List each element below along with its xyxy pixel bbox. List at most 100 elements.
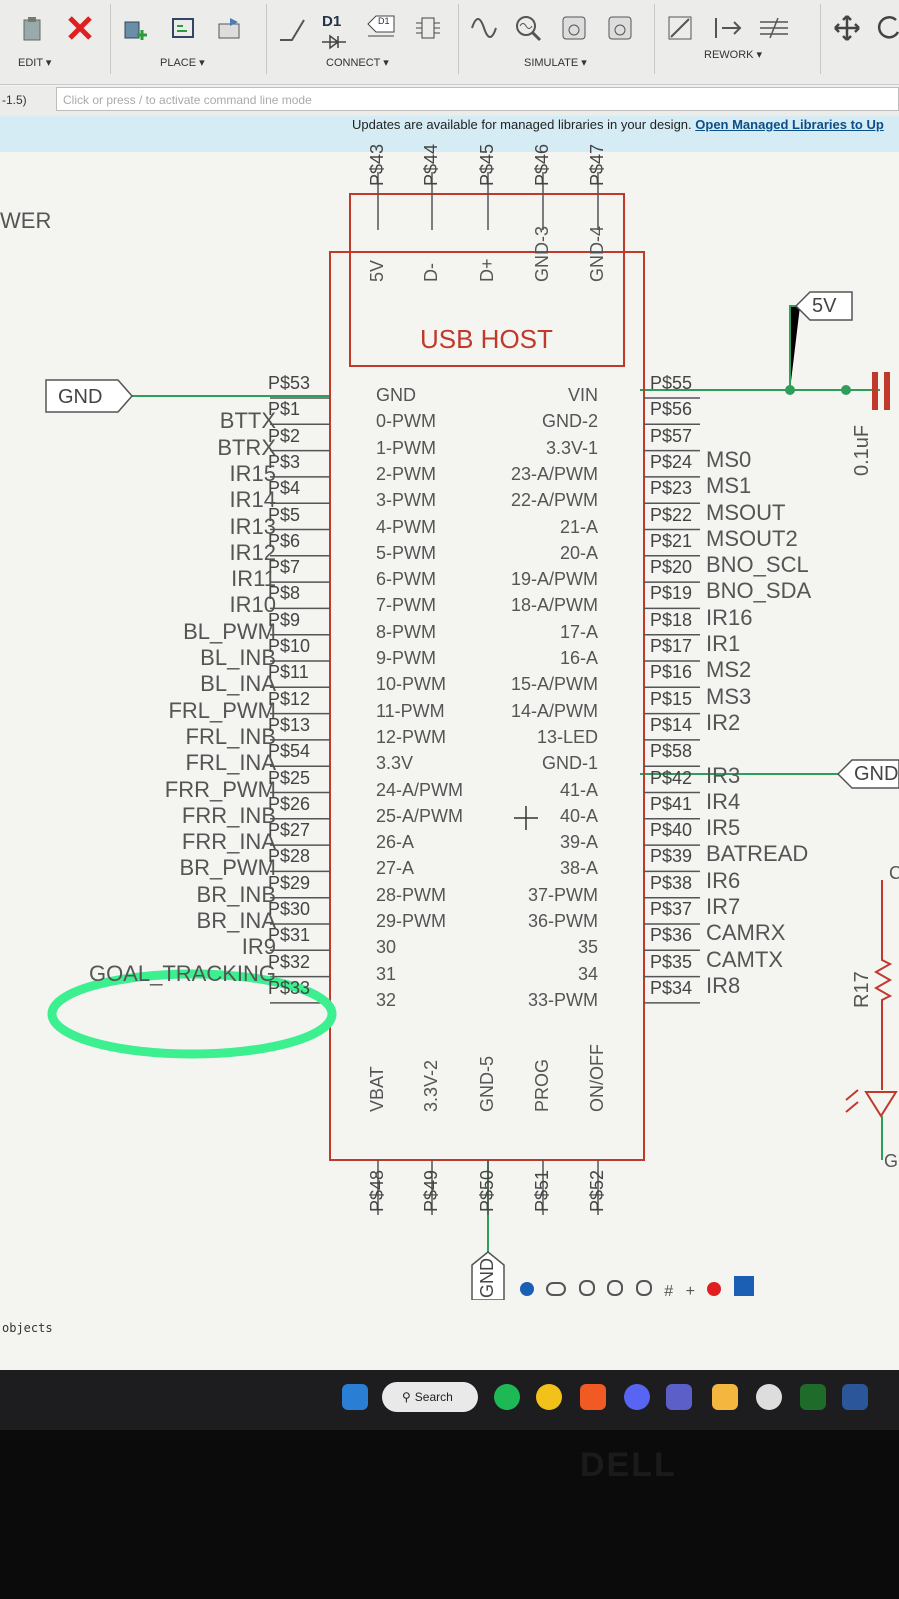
- eye-icon[interactable]: [546, 1282, 567, 1296]
- crosshair-cursor: [514, 806, 538, 830]
- usb-pin-name: GND-3: [532, 225, 552, 282]
- right-pin-name: 39-A: [559, 832, 598, 853]
- right-pad-label: P$20: [650, 557, 693, 578]
- right-net-name: IR5: [706, 815, 741, 841]
- left-pin-name: 0-PWM: [376, 411, 436, 432]
- right-pad-label: P$14: [650, 714, 693, 735]
- zoom-out-icon[interactable]: [607, 1280, 624, 1296]
- left-pin-name: 24-A/PWM: [376, 779, 464, 800]
- left-net-name: BR_INA: [196, 908, 276, 933]
- windows-start-icon[interactable]: [342, 1384, 368, 1410]
- right-pad-label: P$17: [650, 636, 693, 656]
- right-net-name: IR2: [706, 709, 741, 735]
- capacitor-value: 0.1uF: [851, 424, 873, 476]
- left-pin-name: 8-PWM: [376, 621, 436, 642]
- view-toolbar: # +: [520, 1276, 754, 1300]
- right-net-name: MS2: [706, 657, 752, 683]
- discord-icon[interactable]: [624, 1384, 650, 1410]
- left-pad-label: P$33: [268, 978, 311, 997]
- right-pad-label: P$23: [650, 478, 693, 499]
- right-pin-name: 37-PWM: [527, 884, 598, 905]
- right-pin-name: 20-A: [559, 542, 598, 563]
- right-net-name: CAMRX: [706, 920, 786, 946]
- right-pin-name: 41-A: [559, 779, 598, 800]
- nvidia-icon[interactable]: [800, 1384, 826, 1410]
- status-text: objects: [2, 1321, 53, 1335]
- bottom-pin-name: GND-5: [477, 1055, 497, 1112]
- left-net-name: IR11: [231, 566, 276, 592]
- right-pad-label: P$36: [650, 925, 693, 946]
- search-icon: ⚲: [402, 1390, 411, 1404]
- right-net-name: BNO_SCL: [706, 552, 809, 578]
- right-net-name: IR4: [706, 788, 741, 814]
- left-net-name: BL_INA: [200, 671, 276, 697]
- crosshair-icon[interactable]: +: [686, 1284, 695, 1300]
- grid-icon[interactable]: #: [664, 1284, 673, 1300]
- left-pad-label: P$30: [268, 900, 311, 918]
- chrome-icon[interactable]: [536, 1384, 562, 1410]
- right-pin-name: 13-LED: [536, 726, 598, 747]
- right-pad-label: P$19: [650, 583, 693, 604]
- right-net-name: MS1: [706, 473, 752, 499]
- usb-pin-name: D+: [477, 258, 497, 282]
- right-pin-name: 21-A: [559, 516, 598, 537]
- word-icon[interactable]: [842, 1384, 868, 1410]
- left-pin-name: 25-A/PWM: [376, 805, 464, 826]
- left-pad-label: P$8: [268, 584, 301, 603]
- bottom-pad-label: P$51: [532, 1169, 552, 1212]
- bottom-pin-name: PROG: [532, 1058, 552, 1112]
- right-pin-name: 19-A/PWM: [510, 569, 598, 590]
- left-pin-name: 28-PWM: [376, 884, 447, 905]
- fusion-360-icon[interactable]: [580, 1384, 606, 1410]
- right-net-name: MSOUT: [706, 499, 786, 525]
- stop-icon[interactable]: [707, 1282, 722, 1296]
- left-pad-label: P$53: [268, 374, 311, 392]
- right-pad-label: P$34: [650, 977, 693, 998]
- right-pin-name: 3.3V-1: [545, 437, 598, 458]
- edge-letter-c: C: [889, 863, 899, 883]
- bottom-pin-name: ON/OFF: [587, 1044, 607, 1112]
- left-pad-label: P$10: [268, 637, 311, 655]
- capacitor-plate: [872, 372, 878, 410]
- select-mode-icon[interactable]: [733, 1276, 754, 1296]
- taskbar-search[interactable]: ⚲ Search: [382, 1382, 478, 1412]
- usb-pad-label: P$43: [368, 143, 386, 186]
- schematic-drawing: [45, 172, 899, 1300]
- spotify-icon[interactable]: [494, 1384, 520, 1410]
- clock-app-icon[interactable]: [756, 1384, 782, 1410]
- right-pin-name: 33-PWM: [527, 989, 598, 1010]
- right-net-name: BNO_SDA: [706, 578, 812, 604]
- zoom-fit-icon[interactable]: [635, 1280, 652, 1296]
- left-net-name: BR_INB: [196, 881, 276, 907]
- left-pin-name: 4-PWM: [376, 516, 436, 537]
- right-pin-name: 22-A/PWM: [510, 490, 598, 511]
- left-net-name: BTRX: [217, 434, 276, 460]
- teams-icon[interactable]: [666, 1384, 692, 1410]
- bottom-pad-label: P$48: [367, 1169, 387, 1212]
- bottom-pin-name: 3.3V-2: [421, 1059, 441, 1112]
- edge-letter-g: G: [884, 1151, 899, 1171]
- left-pad-label: P$32: [268, 952, 311, 971]
- bottom-pad-label: P$52: [587, 1169, 607, 1212]
- right-net-name: IR1: [706, 631, 741, 656]
- right-pin-name: GND-2: [541, 411, 598, 432]
- info-icon[interactable]: [520, 1282, 534, 1296]
- bottom-pad-label: P$49: [421, 1169, 441, 1212]
- left-pin-name: 1-PWM: [376, 437, 436, 458]
- left-pin-name: 32: [376, 989, 397, 1010]
- right-pad-label: P$18: [650, 609, 693, 630]
- right-pad-label: P$56: [650, 399, 693, 420]
- resistor-name: R17: [851, 971, 873, 1008]
- left-net-name: IR13: [229, 513, 276, 539]
- 5v-port-label: 5V: [812, 295, 837, 317]
- zoom-in-icon[interactable]: [578, 1280, 595, 1296]
- right-pin-name: 34: [577, 963, 598, 984]
- right-pin-name: GND-1: [541, 753, 598, 774]
- left-pin-name: 3-PWM: [376, 490, 436, 511]
- file-explorer-icon[interactable]: [712, 1384, 738, 1410]
- left-pad-label: P$12: [268, 689, 311, 708]
- right-pad-label: P$58: [650, 741, 693, 762]
- left-net-name: FRR_INB: [181, 802, 276, 828]
- left-pad-label: P$29: [268, 873, 311, 892]
- right-pin-name: VIN: [567, 385, 598, 405]
